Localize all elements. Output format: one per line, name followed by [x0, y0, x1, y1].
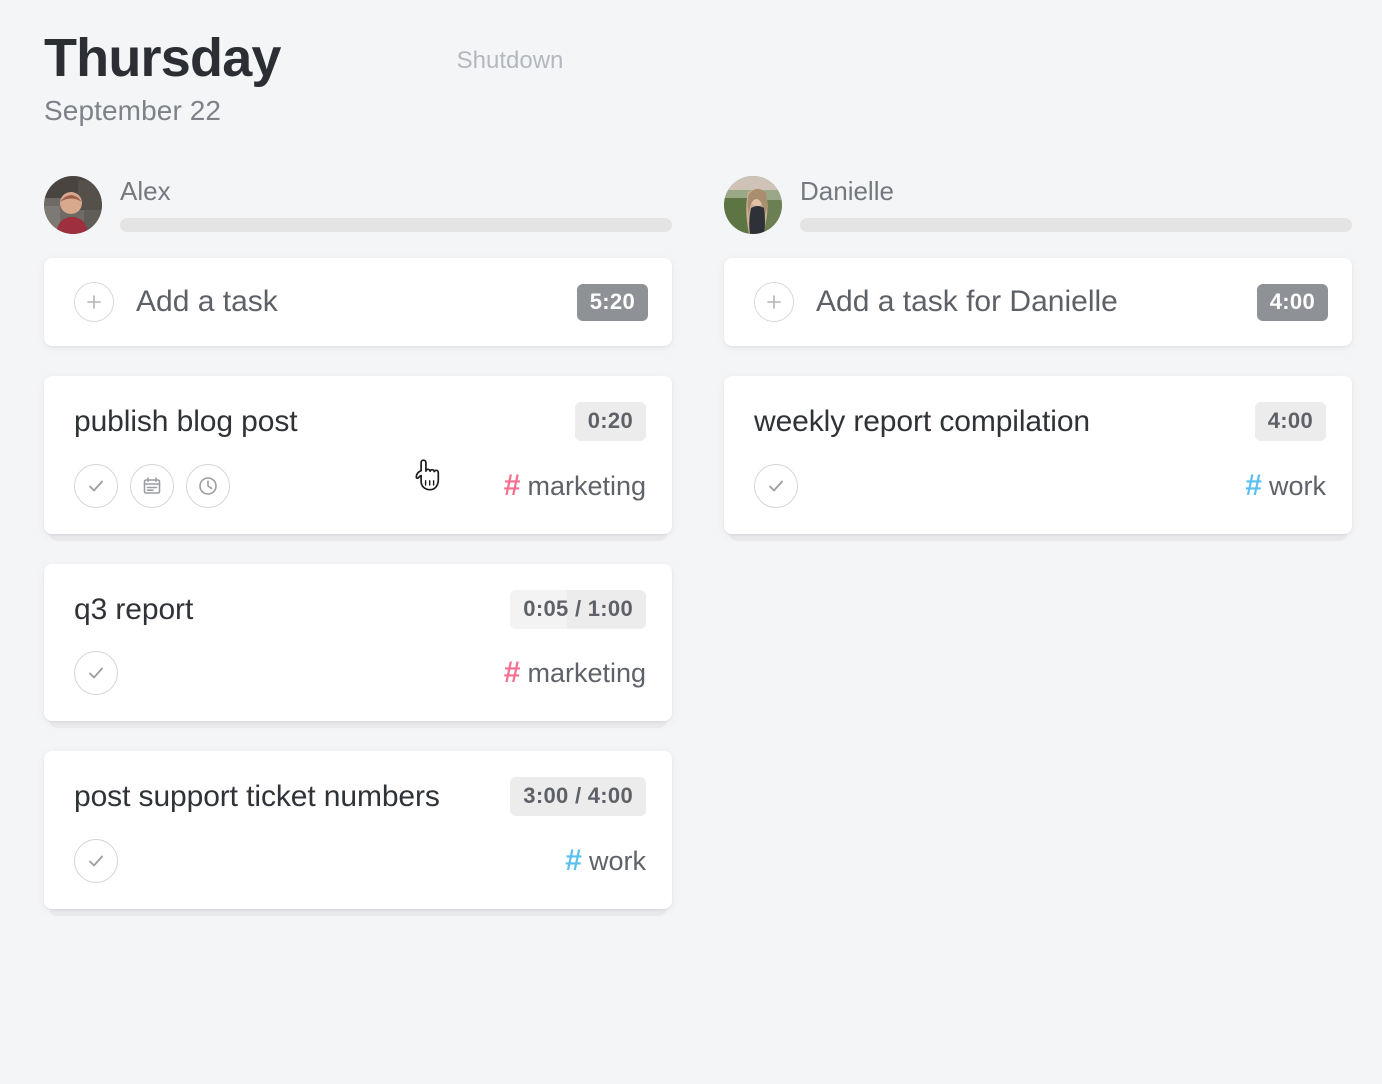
calendar-icon[interactable] [130, 463, 174, 508]
tag-hash-icon: # [565, 843, 582, 877]
task-bottom: # marketing [74, 463, 646, 508]
tag-label: marketing [527, 470, 646, 501]
task-tag[interactable]: # marketing [504, 656, 646, 690]
task-actions [74, 838, 118, 883]
task-top: publish blog post 0:20 [74, 402, 646, 442]
task-title: q3 report [74, 592, 194, 626]
task-top: q3 report 0:05 / 1:00 [74, 589, 646, 630]
app-root: Thursday Shutdown September 22 Alex Add … [0, 0, 1382, 1084]
column-alex: Alex Add a task 5:20 publish blog post 0… [44, 176, 672, 939]
task-time-badge: 4:00 [1254, 402, 1326, 441]
task-bottom: # work [754, 463, 1326, 508]
person-meta-danielle: Danielle [800, 176, 1352, 232]
task-tag[interactable]: # work [1245, 469, 1326, 503]
total-time-badge-danielle: 4:00 [1256, 283, 1328, 321]
clock-icon[interactable] [186, 463, 230, 508]
tag-hash-icon: # [1245, 468, 1262, 502]
check-icon[interactable] [754, 463, 798, 508]
task-bottom: # marketing [74, 651, 646, 696]
check-icon[interactable] [74, 838, 118, 883]
person-name-alex: Alex [120, 176, 171, 206]
task-tag[interactable]: # work [565, 844, 646, 878]
task-tag[interactable]: # marketing [504, 469, 646, 503]
task-title: publish blog post [74, 405, 298, 438]
add-task-label-danielle: Add a task for Danielle [816, 285, 1118, 318]
task-card[interactable]: publish blog post 0:20 # marketing [44, 376, 672, 541]
danielle-progress-bar [800, 218, 1352, 232]
page-title: Thursday [44, 28, 281, 88]
alex-progress-bar [120, 218, 672, 232]
plus-icon [754, 282, 794, 322]
page-date: September 22 [44, 94, 222, 126]
add-task-row-alex[interactable]: Add a task 5:20 [44, 258, 672, 346]
person-header-danielle: Danielle [724, 176, 1352, 238]
shutdown-link[interactable]: Shutdown [457, 47, 564, 75]
avatar-danielle[interactable] [724, 176, 782, 234]
person-meta-alex: Alex [120, 176, 672, 232]
total-time-badge-alex: 5:20 [576, 283, 648, 321]
column-danielle: Danielle Add a task for Danielle 4:00 we… [724, 176, 1352, 939]
task-title: weekly report compilation [754, 405, 1090, 438]
task-time-badge-text: 0:20 [587, 408, 633, 433]
person-name-danielle: Danielle [800, 176, 894, 206]
columns-container: Alex Add a task 5:20 publish blog post 0… [44, 176, 1352, 939]
task-time-badge-text: 3:00 / 4:00 [523, 783, 633, 809]
task-time-badge-text: 0:05 / 1:00 [523, 595, 633, 621]
tag-hash-icon: # [503, 656, 521, 690]
tag-label: work [588, 845, 646, 876]
task-actions [74, 651, 118, 696]
tag-label: marketing [527, 658, 646, 689]
add-task-label-alex: Add a task [136, 285, 278, 318]
tag-label: work [1268, 470, 1326, 501]
task-time-badge-text: 4:00 [1267, 408, 1313, 433]
check-icon[interactable] [74, 463, 118, 508]
task-time-badge: 0:20 [574, 402, 646, 441]
tag-hash-icon: # [503, 468, 521, 502]
task-top: weekly report compilation 4:00 [754, 402, 1326, 442]
task-actions [74, 463, 230, 508]
title-row: Thursday Shutdown [44, 30, 1342, 87]
task-actions [754, 463, 798, 508]
add-task-row-danielle[interactable]: Add a task for Danielle 4:00 [724, 258, 1352, 346]
page-header: Thursday Shutdown September 22 [44, 30, 1342, 150]
task-top: post support ticket numbers 3:00 / 4:00 [74, 777, 646, 817]
task-time-badge: 0:05 / 1:00 [510, 589, 646, 629]
task-card[interactable]: weekly report compilation 4:00 # work [724, 376, 1352, 541]
avatar-alex[interactable] [44, 176, 102, 234]
person-header-alex: Alex [44, 176, 672, 238]
task-bottom: # work [74, 838, 646, 883]
check-icon[interactable] [74, 651, 118, 696]
plus-icon [74, 282, 114, 322]
task-title: post support ticket numbers [74, 780, 440, 814]
task-card[interactable]: post support ticket numbers 3:00 / 4:00 [44, 751, 672, 916]
task-time-badge: 3:00 / 4:00 [510, 777, 646, 817]
task-card[interactable]: q3 report 0:05 / 1:00 # marketing [44, 563, 672, 728]
